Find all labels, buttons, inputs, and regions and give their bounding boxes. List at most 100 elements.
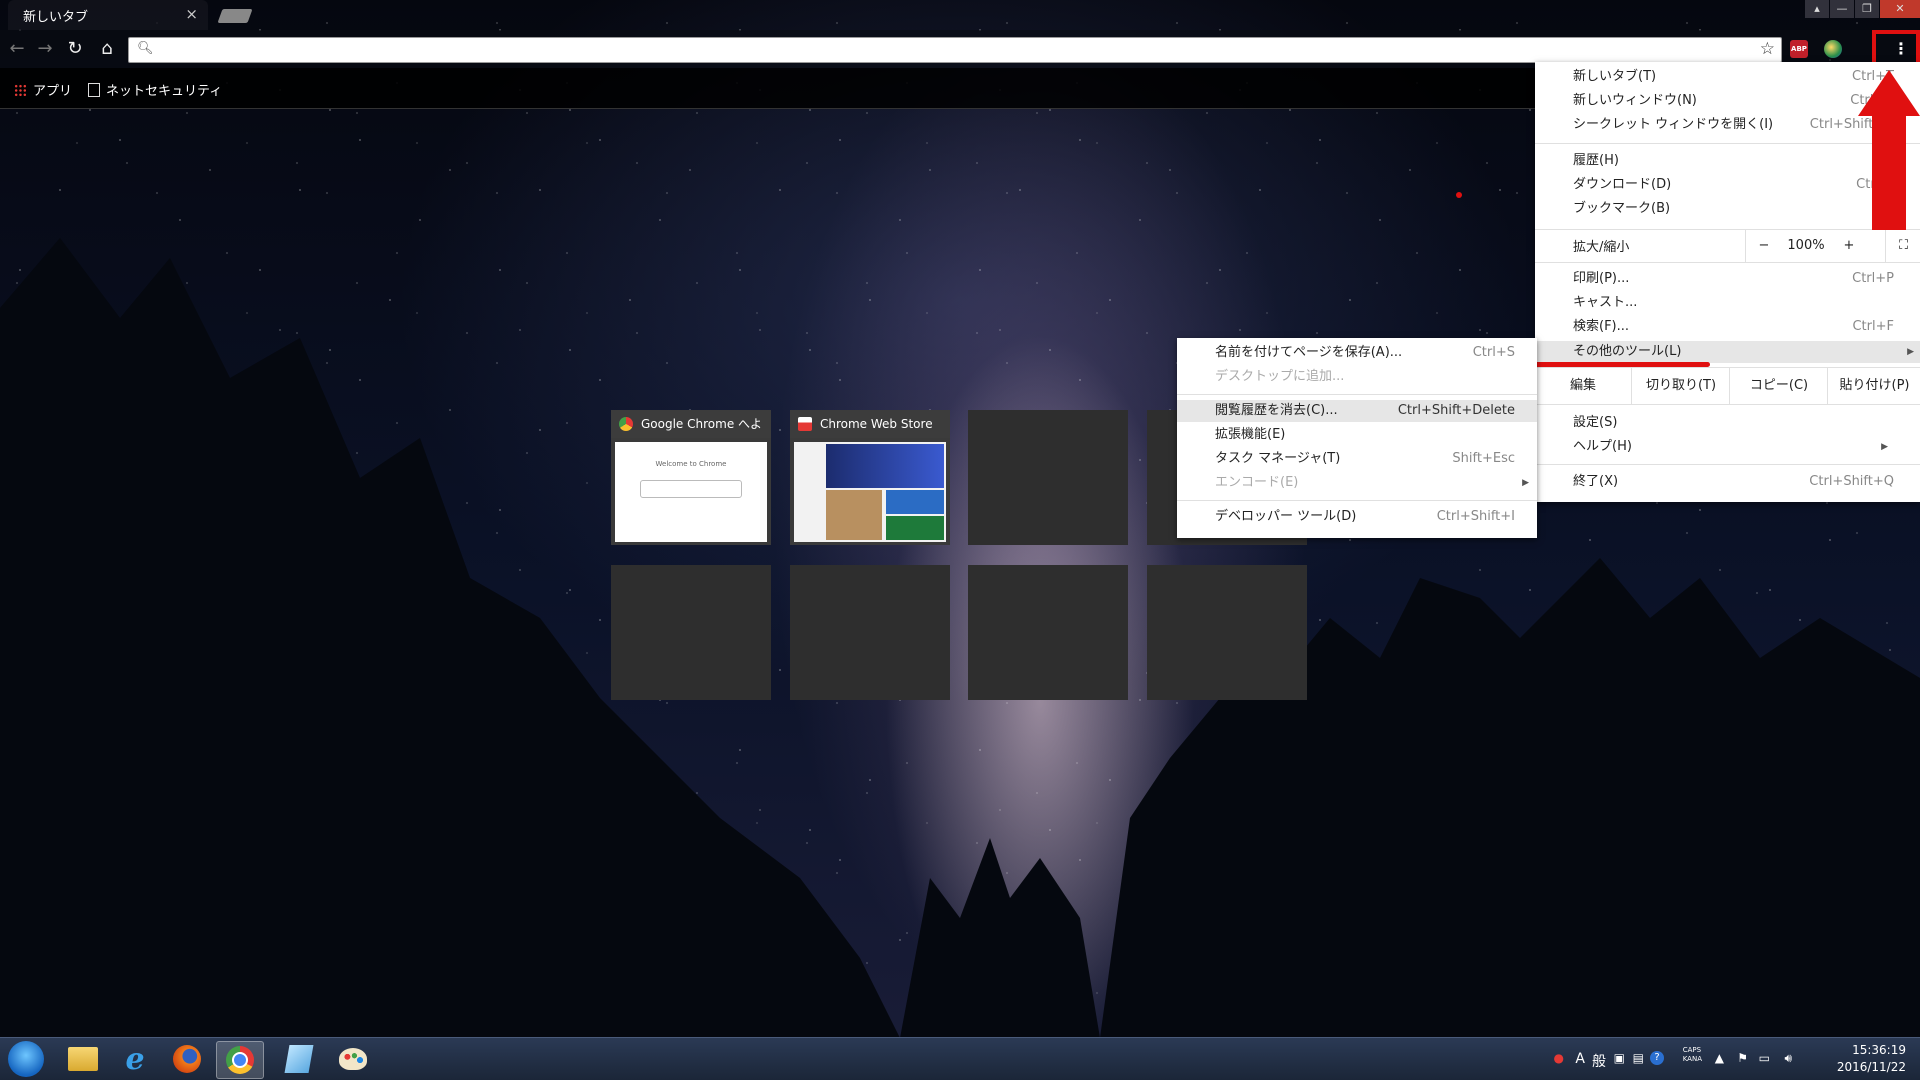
page-icon: [88, 83, 100, 97]
minimize-icon[interactable]: —: [1830, 0, 1854, 18]
submenu-encoding: エンコード(E) ▶: [1215, 472, 1529, 494]
menu-settings[interactable]: 設定(S): [1573, 412, 1894, 434]
zoom-out-button[interactable]: −: [1745, 230, 1782, 262]
submenu-save-page[interactable]: 名前を付けてページを保存(A)... Ctrl+S: [1215, 342, 1515, 364]
fullscreen-icon[interactable]: ⛶: [1885, 230, 1920, 262]
kana-label: KANA: [1682, 1055, 1702, 1063]
menu-label: 検索(F)...: [1573, 319, 1630, 334]
menu-shortcut: Ctrl+S: [1472, 345, 1515, 360]
red-annotation-arrow: [1858, 70, 1920, 230]
submenu-developer-tools[interactable]: デベロッパー ツール(D) Ctrl+Shift+I: [1215, 506, 1515, 528]
submenu-arrow-icon: ▶: [1907, 347, 1914, 357]
submenu-extensions[interactable]: 拡張機能(E): [1215, 424, 1515, 446]
network-icon[interactable]: ▭: [1759, 1051, 1770, 1065]
menu-find[interactable]: 検索(F)... Ctrl+F: [1573, 316, 1894, 338]
clock-date: 2016/11/22: [1836, 1060, 1906, 1074]
tile-preview: Welcome to Chrome: [615, 442, 767, 542]
start-button[interactable]: [8, 1041, 44, 1077]
menu-bookmarks[interactable]: ブックマーク(B)▶: [1573, 198, 1894, 220]
menu-cast[interactable]: キャスト...: [1573, 292, 1894, 314]
tab-new-tab[interactable]: 新しいタブ ×: [8, 0, 208, 30]
adblock-extension-icon[interactable]: ABP: [1790, 40, 1808, 58]
menu-label: 拡張機能(E): [1215, 427, 1286, 442]
profile-icon[interactable]: ▴: [1805, 0, 1829, 18]
ime-mode[interactable]: A: [1575, 1051, 1585, 1067]
copy-button[interactable]: コピー(C): [1729, 368, 1828, 404]
tile-title: Google Chrome へよ: [611, 410, 771, 438]
chrome-taskbar-icon[interactable]: [216, 1041, 264, 1079]
menu-new-window[interactable]: 新しいウィンドウ(N)Ctrl+N: [1573, 90, 1894, 112]
menu-label: 設定(S): [1573, 415, 1618, 430]
clock-time: 15:36:19: [1852, 1043, 1906, 1057]
menu-print[interactable]: 印刷(P)... Ctrl+P: [1573, 268, 1894, 290]
submenu-arrow-icon: ▶: [1881, 442, 1888, 452]
menu-label: ヘルプ(H): [1573, 439, 1632, 454]
bookmark-label: アプリ: [33, 84, 73, 99]
internet-explorer-icon[interactable]: e: [112, 1041, 158, 1077]
paint-icon[interactable]: [330, 1041, 376, 1077]
show-hidden-icons-icon[interactable]: ▲: [1715, 1051, 1724, 1065]
menu-label: 閲覧履歴を消去(C)...: [1215, 403, 1338, 418]
ime-toolbar-icon[interactable]: ▣: [1614, 1051, 1625, 1065]
submenu-add-to-desktop: デスクトップに追加...: [1215, 366, 1515, 388]
menu-exit[interactable]: 終了(X) Ctrl+Shift+Q: [1573, 471, 1894, 493]
ime-label[interactable]: 般: [1592, 1051, 1606, 1071]
tile-chrome-web-store[interactable]: Chrome Web Store: [790, 410, 950, 545]
menu-label: 新しいタブ(T): [1573, 69, 1657, 84]
zoom-level: 100%: [1787, 238, 1825, 253]
notepad-icon[interactable]: [276, 1041, 322, 1077]
menu-label: ダウンロード(D): [1573, 177, 1672, 192]
menu-downloads[interactable]: ダウンロード(D)Ctrl+J: [1573, 174, 1894, 196]
tile-preview-app: [886, 490, 944, 514]
bookmark-apps[interactable]: アプリ: [14, 80, 72, 99]
restore-icon[interactable]: ❐: [1855, 0, 1879, 18]
bookmark-label: ネットセキュリティ: [106, 84, 223, 99]
paste-button[interactable]: 貼り付け(P): [1827, 368, 1920, 404]
tile-empty: [790, 565, 950, 700]
help-tray-icon[interactable]: ?: [1650, 1051, 1664, 1065]
back-icon[interactable]: ←: [6, 38, 28, 60]
submenu-clear-browsing-data[interactable]: 閲覧履歴を消去(C)... Ctrl+Shift+Delete: [1177, 400, 1537, 422]
tile-preview: [794, 442, 946, 542]
tab-close-icon[interactable]: ×: [185, 5, 198, 23]
submenu-arrow-icon: ▶: [1522, 478, 1529, 488]
menu-divider: [1535, 464, 1920, 465]
ime-dictionary-icon[interactable]: ▤: [1633, 1051, 1644, 1065]
apps-grid-icon: [14, 84, 27, 97]
cut-button[interactable]: 切り取り(T): [1631, 368, 1730, 404]
menu-label: キャスト...: [1573, 295, 1638, 310]
edit-label: 編集: [1569, 378, 1596, 393]
caps-label: CAPS: [1682, 1046, 1702, 1054]
tile-google-chrome[interactable]: Google Chrome へよ Welcome to Chrome: [611, 410, 771, 545]
menu-help[interactable]: ヘルプ(H) ▶: [1573, 436, 1894, 458]
reload-icon[interactable]: ↻: [64, 38, 86, 60]
menu-shortcut: Shift+Esc: [1452, 451, 1515, 466]
close-window-icon[interactable]: ✕: [1880, 0, 1920, 18]
volume-icon[interactable]: 🔊︎: [1784, 1051, 1792, 1066]
menu-new-tab[interactable]: 新しいタブ(T) Ctrl+T: [1573, 66, 1894, 88]
menu-label: 新しいウィンドウ(N): [1573, 93, 1697, 108]
menu-more-tools[interactable]: その他のツール(L) ▶: [1535, 341, 1920, 363]
new-tab-button[interactable]: [217, 9, 253, 23]
tab-title: 新しいタブ: [23, 10, 89, 25]
file-explorer-icon[interactable]: [60, 1041, 106, 1077]
action-center-flag-icon[interactable]: ⚑: [1737, 1051, 1748, 1065]
submenu-task-manager[interactable]: タスク マネージャ(T) Shift+Esc: [1215, 448, 1515, 470]
alert-tray-icon[interactable]: ●: [1554, 1051, 1564, 1065]
clock[interactable]: 15:36:19 2016/11/22: [1837, 1042, 1906, 1076]
address-bar[interactable]: 🔍︎ ☆: [128, 37, 1782, 63]
red-underline-more-tools: [1533, 362, 1710, 367]
bookmark-net-security[interactable]: ネットセキュリティ: [88, 80, 222, 99]
menu-shortcut: Ctrl+Shift+Delete: [1397, 403, 1515, 418]
bookmark-star-icon[interactable]: ☆: [1760, 39, 1775, 59]
menu-history[interactable]: 履歴(H)▶: [1573, 150, 1894, 172]
menu-incognito[interactable]: シークレット ウィンドウを開く(I) Ctrl+Shift+N: [1573, 114, 1894, 136]
menu-edit-row: 編集 切り取り(T) コピー(C) 貼り付け(P): [1535, 367, 1920, 405]
globe-extension-icon[interactable]: [1824, 40, 1842, 58]
home-icon[interactable]: ⌂: [96, 38, 118, 60]
zoom-in-button[interactable]: +: [1831, 230, 1867, 262]
more-tools-submenu: 名前を付けてページを保存(A)... Ctrl+S デスクトップに追加... 閲覧…: [1177, 338, 1537, 538]
forward-icon[interactable]: →: [34, 38, 56, 60]
firefox-icon[interactable]: [164, 1041, 210, 1077]
tile-preview-app: [826, 490, 882, 540]
